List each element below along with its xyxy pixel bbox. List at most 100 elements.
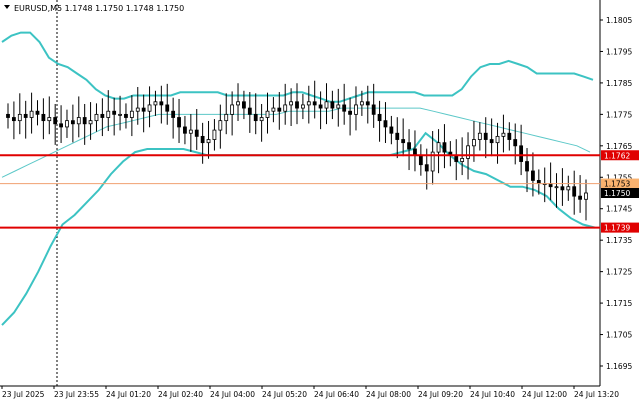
price-chart[interactable]: EURUSD,M5 1.1748 1.1750 1.1748 1.1750 1.… (0, 0, 640, 401)
candle-body (88, 120, 93, 125)
candle-body (129, 110, 134, 118)
candle-body (513, 139, 518, 147)
candle-body (242, 101, 246, 109)
candle-body (466, 145, 470, 159)
candle-body (401, 139, 406, 144)
candle-body (141, 107, 146, 112)
candle-body (253, 113, 258, 122)
candle-body (377, 113, 382, 122)
candle-body (224, 113, 229, 122)
candle-body (159, 101, 164, 106)
candle-body (82, 117, 87, 125)
y-tick-label: 1.1775 (606, 110, 632, 119)
candle-body (59, 123, 63, 128)
plot-frame (0, 0, 601, 387)
candle-body (41, 113, 46, 122)
candle-body (200, 135, 205, 144)
x-tick-label: 24 Jul 09:20 (418, 390, 463, 399)
candle-body (212, 129, 217, 140)
candle-body (94, 113, 99, 122)
candle-body (584, 192, 588, 200)
candle-body (436, 142, 441, 153)
candle-body (395, 132, 400, 140)
candle-body (106, 110, 111, 118)
x-tick-label: 24 Jul 13:20 (574, 390, 619, 399)
candle-body (371, 104, 376, 115)
candle-body (124, 113, 128, 118)
candle-body (578, 195, 583, 200)
candle-body (177, 117, 181, 128)
candle-body (47, 117, 52, 122)
candle-body (554, 186, 559, 189)
candle-body (418, 154, 423, 166)
candle-body (489, 139, 494, 144)
x-tick-label: 24 Jul 02:40 (158, 390, 203, 399)
candle-body (53, 117, 58, 125)
y-tick-label: 1.1705 (606, 331, 632, 340)
candle-body (65, 120, 69, 128)
level-tag-1.1739: 1.1739 (604, 224, 630, 233)
y-tick-label: 1.1715 (606, 299, 632, 308)
candle-body (424, 164, 429, 172)
candle-body (271, 107, 276, 112)
candle-body (324, 101, 329, 109)
candle-body (407, 142, 411, 150)
candle-body (183, 126, 187, 134)
candle-body (135, 107, 140, 112)
candle-body (342, 104, 347, 112)
candle-body (188, 129, 193, 134)
y-tick-label: 1.1735 (606, 236, 632, 245)
level-tag-1.1762: 1.1762 (604, 151, 630, 160)
candle-body (359, 101, 364, 106)
candle-body (365, 101, 370, 106)
candle-body (6, 113, 10, 118)
candle-body (389, 126, 394, 134)
candle-body (29, 110, 34, 118)
candle-body (230, 104, 235, 115)
candle-body (218, 120, 223, 131)
x-tick-label: 24 Jul 04:00 (210, 390, 255, 399)
candle-body (277, 107, 282, 112)
candle-body (236, 101, 240, 106)
candle-body (330, 101, 335, 109)
triangle-down-icon[interactable] (4, 5, 10, 9)
candle-body (336, 104, 341, 109)
candle-body (460, 157, 465, 162)
symbol-ohlc-text: EURUSD,M5 1.1748 1.1750 1.1748 1.1750 (14, 4, 184, 13)
candle-body (501, 132, 506, 137)
candle-body (483, 132, 488, 140)
candle-body (76, 117, 81, 125)
candle-body (318, 104, 323, 109)
candle-body (147, 104, 152, 112)
x-tick-label: 24 Jul 08:00 (366, 390, 411, 399)
candle-body (295, 101, 299, 109)
horizontal-levels (0, 154, 600, 229)
symbol-header[interactable]: EURUSD,M5 1.1748 1.1750 1.1748 1.1750 (4, 4, 184, 13)
candle-body (247, 107, 252, 115)
x-tick-label: 24 Jul 06:40 (314, 390, 359, 399)
candle-body (118, 113, 122, 116)
candle-body (572, 186, 577, 197)
candle-body (259, 117, 264, 122)
candle-body (525, 161, 529, 172)
candle-body (306, 101, 311, 106)
price-tag-1.1753: 1.1753 (604, 180, 630, 189)
y-tick-label: 1.1725 (606, 268, 632, 277)
y-tick-label: 1.1765 (606, 142, 632, 151)
candle-body (354, 104, 358, 115)
candle-body (566, 186, 571, 191)
candle-body (472, 139, 476, 147)
x-tick-label: 24 Jul 01:20 (106, 390, 151, 399)
candle-body (17, 113, 22, 122)
x-axis: 23 Jul 2025 23 Jul 23:55 24 Jul 01:20 24 Ju… (1, 386, 619, 399)
candle-body (70, 120, 75, 125)
candle-body (507, 132, 512, 140)
y-tick-label: 1.1695 (606, 362, 632, 371)
y-tick-label: 1.1785 (606, 79, 632, 88)
x-tick-label: 23 Jul 23:55 (54, 390, 99, 399)
x-tick-label: 24 Jul 10:40 (470, 390, 515, 399)
candle-body (312, 101, 317, 106)
candle-body (289, 101, 294, 106)
candle-body (442, 142, 447, 153)
candle-body (194, 129, 199, 137)
